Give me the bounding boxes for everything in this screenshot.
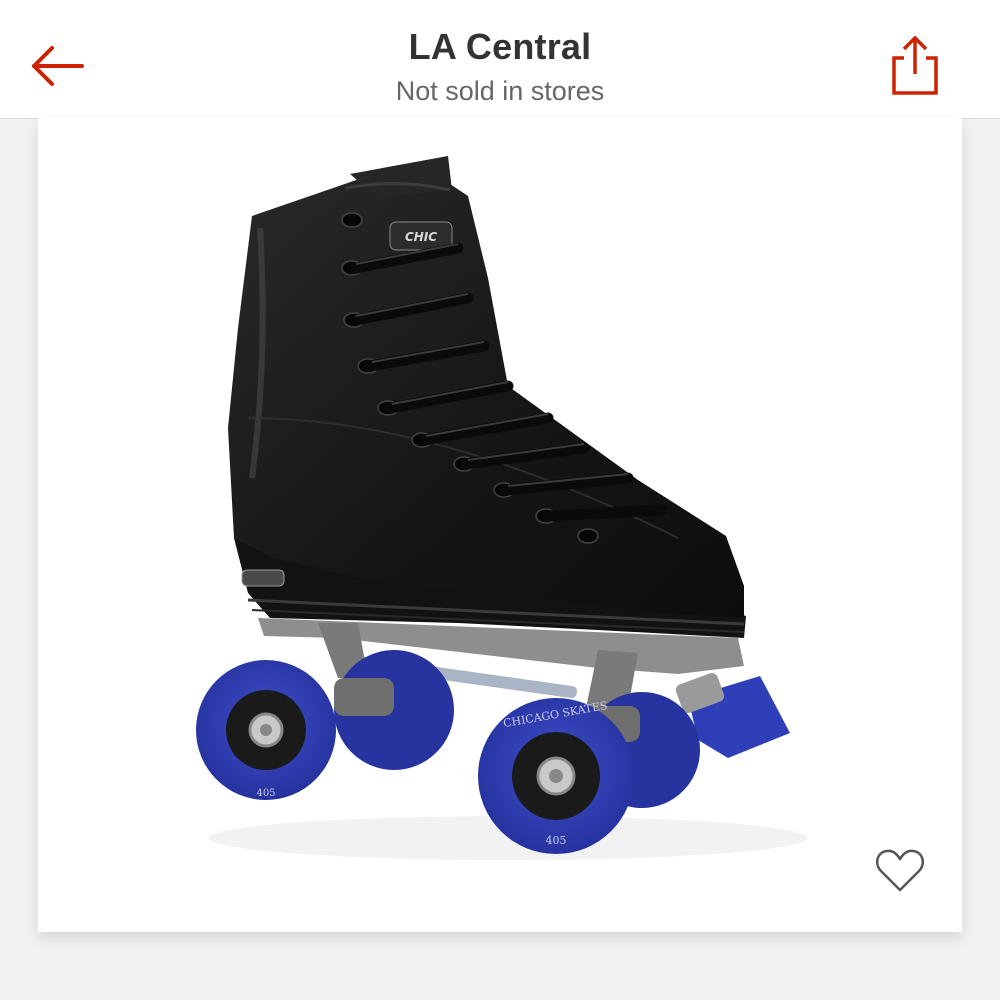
favorite-button[interactable] [872,842,928,898]
heart-outline-icon [875,849,925,892]
product-card[interactable]: CHIC 405 405 CHICAGO SKATES [38,118,962,932]
page-subtitle: Not sold in stores [395,76,605,106]
page-title: LA Central [408,26,592,67]
product-image[interactable]: CHIC 405 405 CHICAGO SKATES [38,118,962,932]
share-button[interactable] [880,30,950,100]
wheel-front-left: 405 [196,660,336,800]
svg-text:405: 405 [546,834,567,847]
svg-text:405: 405 [256,788,275,799]
wheel-front-right: 405 CHICAGO SKATES [478,698,634,854]
share-icon [892,35,938,95]
svg-text:CHIC: CHIC [405,230,437,244]
header-bar: LA Central Not sold in stores [0,0,1000,119]
